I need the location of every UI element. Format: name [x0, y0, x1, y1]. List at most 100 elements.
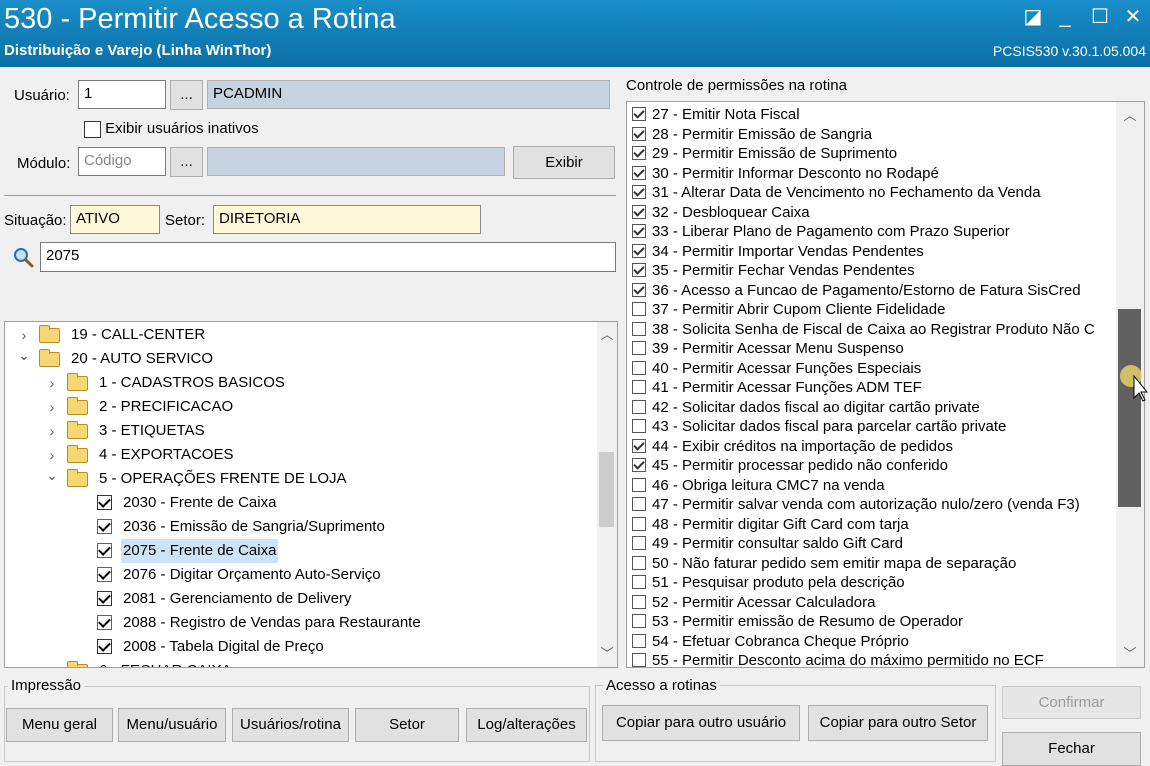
log-alteracoes-button[interactable]: Log/alterações — [466, 708, 587, 742]
permission-row[interactable]: 31 - Alterar Data de Vencimento no Fecha… — [632, 183, 1041, 203]
permission-checkbox[interactable] — [632, 263, 646, 278]
tree-folder[interactable]: › 4 - EXPORTACOES — [5, 443, 595, 467]
tree-item[interactable]: 2008 - Tabela Digital de Preço — [5, 635, 595, 659]
copiar-setor-button[interactable]: Copiar para outro Setor — [808, 705, 988, 741]
permission-checkbox[interactable] — [632, 438, 646, 453]
menu-geral-button[interactable]: Menu geral — [6, 708, 113, 742]
tree-scroll-thumb[interactable] — [599, 452, 614, 527]
modulo-lookup-button[interactable]: ... — [170, 147, 203, 177]
confirmar-button[interactable]: Confirmar — [1002, 686, 1141, 719]
permission-checkbox[interactable] — [632, 282, 646, 297]
permission-row[interactable]: 33 - Liberar Plano de Pagamento com Praz… — [632, 222, 1010, 242]
modulo-code-input[interactable]: Código — [78, 147, 166, 176]
permission-checkbox[interactable] — [632, 107, 646, 122]
scroll-up-icon[interactable]: ︿ — [598, 326, 616, 344]
permission-checkbox[interactable] — [632, 555, 646, 570]
tree-checkbox[interactable] — [97, 615, 112, 630]
permission-checkbox[interactable] — [632, 360, 646, 375]
tree-item[interactable]: 2036 - Emissão de Sangria/Suprimento — [5, 515, 595, 539]
permission-checkbox[interactable] — [632, 516, 646, 531]
tree-item[interactable]: 2088 - Registro de Vendas para Restauran… — [5, 611, 595, 635]
permission-row[interactable]: 40 - Permitir Acessar Funções Especiais — [632, 359, 921, 379]
tree-checkbox[interactable] — [97, 519, 112, 534]
permission-row[interactable]: 30 - Permitir Informar Desconto no Rodap… — [632, 164, 939, 184]
permission-row[interactable]: 52 - Permitir Acessar Calculadora — [632, 593, 875, 613]
expand-arrow-icon[interactable]: ⌄ — [45, 463, 59, 487]
permission-row[interactable]: 54 - Efetuar Cobranca Cheque Próprio — [632, 632, 909, 652]
permission-row[interactable]: 29 - Permitir Emissão de Suprimento — [632, 144, 897, 164]
permission-row[interactable]: 42 - Solicitar dados fiscal ao digitar c… — [632, 398, 980, 418]
menu-usuario-button[interactable]: Menu/usuário — [118, 708, 226, 742]
tree-folder[interactable]: › 2 - PRECIFICACAO — [5, 395, 595, 419]
usuarios-rotina-button[interactable]: Usuários/rotina — [232, 708, 349, 742]
permission-checkbox[interactable] — [632, 536, 646, 551]
usuario-lookup-button[interactable]: ... — [170, 80, 203, 110]
tree-item[interactable]: 2076 - Digitar Orçamento Auto-Serviço — [5, 563, 595, 587]
permission-checkbox[interactable] — [632, 224, 646, 239]
tree-folder[interactable]: › 1 - CADASTROS BASICOS — [5, 371, 595, 395]
restore-icon[interactable]: ◪ — [1020, 4, 1046, 30]
permission-checkbox[interactable] — [632, 575, 646, 590]
tree-folder[interactable]: › 6 - FECHAR CAIXA — [5, 659, 595, 667]
tree-item[interactable]: 2075 - Frente de Caixa — [5, 539, 595, 563]
tree-checkbox[interactable] — [97, 567, 112, 582]
permission-row[interactable]: 27 - Emitir Nota Fiscal — [632, 105, 800, 125]
permission-checkbox[interactable] — [632, 165, 646, 180]
tree-checkbox[interactable] — [97, 639, 112, 654]
exibir-button[interactable]: Exibir — [513, 146, 615, 179]
permission-checkbox[interactable] — [632, 126, 646, 141]
scroll-up-icon[interactable]: ︿ — [1121, 107, 1139, 125]
close-icon[interactable]: ✕ — [1120, 4, 1146, 30]
collapse-arrow-icon[interactable]: › — [45, 419, 59, 443]
permissions-scroll-thumb[interactable] — [1118, 309, 1141, 507]
tree-checkbox[interactable] — [97, 543, 112, 558]
permission-checkbox[interactable] — [632, 302, 646, 317]
permission-checkbox[interactable] — [632, 321, 646, 336]
permission-checkbox[interactable] — [632, 497, 646, 512]
permission-checkbox[interactable] — [632, 341, 646, 356]
permission-checkbox[interactable] — [632, 204, 646, 219]
tree-folder[interactable]: › 19 - CALL-CENTER — [5, 323, 595, 347]
collapse-arrow-icon[interactable]: › — [45, 371, 59, 395]
usuario-code-input[interactable]: 1 — [78, 80, 166, 109]
expand-arrow-icon[interactable]: ⌄ — [17, 343, 31, 367]
permission-row[interactable]: 47 - Permitir salvar venda com autorizaç… — [632, 495, 1080, 515]
permission-checkbox[interactable] — [632, 594, 646, 609]
permission-checkbox[interactable] — [632, 399, 646, 414]
collapse-arrow-icon[interactable]: › — [45, 659, 59, 667]
permission-row[interactable]: 39 - Permitir Acessar Menu Suspenso — [632, 339, 904, 359]
permission-checkbox[interactable] — [632, 633, 646, 648]
permission-row[interactable]: 43 - Solicitar dados fiscal para parcela… — [632, 417, 1006, 437]
permission-row[interactable]: 36 - Acesso a Funcao de Pagamento/Estorn… — [632, 281, 1081, 301]
routine-tree[interactable]: › 19 - CALL-CENTER ⌄ 20 - AUTO SERVICO › 1 - … — [4, 321, 618, 668]
permission-checkbox[interactable] — [632, 653, 646, 667]
tree-checkbox[interactable] — [97, 591, 112, 606]
permission-row[interactable]: 50 - Não faturar pedido sem emitir mapa … — [632, 554, 1016, 574]
permission-row[interactable]: 51 - Pesquisar produto pela descrição — [632, 573, 905, 593]
permission-checkbox[interactable] — [632, 243, 646, 258]
permission-row[interactable]: 55 - Permitir Desconto acima do máximo p… — [632, 651, 1044, 667]
permission-checkbox[interactable] — [632, 380, 646, 395]
tree-folder[interactable]: › 3 - ETIQUETAS — [5, 419, 595, 443]
inativos-checkbox[interactable]: Exibir usuários inativos — [84, 120, 259, 138]
permission-row[interactable]: 37 - Permitir Abrir Cupom Cliente Fideli… — [632, 300, 945, 320]
minimize-icon[interactable]: _ — [1052, 4, 1078, 30]
tree-checkbox[interactable] — [97, 495, 112, 510]
search-input[interactable]: 2075 — [40, 242, 616, 272]
permission-checkbox[interactable] — [632, 477, 646, 492]
permission-checkbox[interactable] — [632, 458, 646, 473]
permission-row[interactable]: 48 - Permitir digitar Gift Card com tarj… — [632, 515, 909, 535]
scroll-down-icon[interactable]: ﹀ — [1121, 645, 1139, 663]
permission-row[interactable]: 32 - Desbloquear Caixa — [632, 203, 810, 223]
permission-row[interactable]: 35 - Permitir Fechar Vendas Pendentes — [632, 261, 915, 281]
tree-folder[interactable]: ⌄ 20 - AUTO SERVICO — [5, 347, 595, 371]
permission-row[interactable]: 41 - Permitir Acessar Funções ADM TEF — [632, 378, 922, 398]
permission-checkbox[interactable] — [632, 146, 646, 161]
maximize-icon[interactable]: ☐ — [1087, 4, 1113, 30]
fechar-button[interactable]: Fechar — [1002, 732, 1141, 766]
permission-row[interactable]: 44 - Exibir créditos na importação de pe… — [632, 437, 953, 457]
tree-folder[interactable]: ⌄ 5 - OPERAÇÕES FRENTE DE LOJA — [5, 467, 595, 491]
scroll-down-icon[interactable]: ﹀ — [598, 645, 616, 663]
copiar-usuario-button[interactable]: Copiar para outro usuário — [602, 705, 800, 741]
tree-scrollbar[interactable]: ︿ ﹀ — [597, 322, 617, 667]
